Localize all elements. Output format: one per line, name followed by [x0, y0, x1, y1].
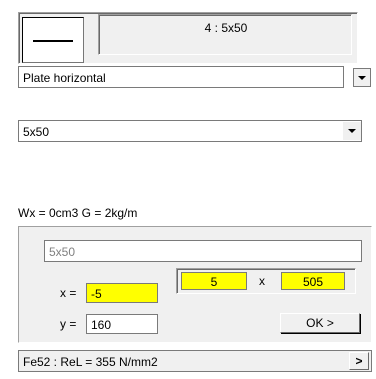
material-next-button[interactable]: >: [349, 352, 369, 370]
profile-preview: [22, 17, 84, 63]
shape-dropdown-button[interactable]: [353, 68, 371, 87]
thickness-value: 5: [210, 275, 218, 289]
chevron-down-icon: [358, 75, 366, 80]
section-properties: Wx = 0cm3 G = 2kg/m: [18, 206, 138, 220]
profile-name-value: 5x50: [49, 245, 76, 259]
plate-selector-window: { "profile": { "designation": "4 : 5x50"…: [0, 0, 376, 379]
size-dropdown-button[interactable]: [343, 122, 361, 140]
shape-select[interactable]: Plate horizontal: [18, 66, 344, 88]
y-offset-input[interactable]: 160: [86, 314, 158, 334]
material-select[interactable]: Fe52 : ReL = 355 N/mm2 >: [18, 350, 372, 372]
y-offset-value: 160: [91, 318, 112, 332]
plate-line-icon: [33, 40, 73, 42]
dimension-box: 5 x 505: [176, 268, 356, 294]
x-label: x =: [60, 286, 77, 300]
chevron-down-icon: [348, 129, 356, 133]
times-symbol: x: [259, 274, 265, 288]
chevron-right-icon: >: [355, 354, 363, 368]
size-select-value: 5x50: [23, 125, 50, 139]
y-label: y =: [60, 317, 77, 331]
size-select[interactable]: 5x50: [18, 120, 362, 142]
x-offset-input[interactable]: -5: [86, 283, 158, 303]
ok-button-label: OK >: [306, 316, 334, 330]
shape-select-value: Plate horizontal: [23, 71, 106, 85]
x-offset-value: -5: [91, 287, 102, 301]
width-value: 505: [302, 275, 324, 289]
profile-designation-box: 4 : 5x50: [98, 14, 352, 55]
width-input[interactable]: 505: [281, 272, 345, 290]
ok-button[interactable]: OK >: [280, 313, 360, 333]
profile-designation: 4 : 5x50: [204, 21, 248, 35]
thickness-input[interactable]: 5: [181, 272, 247, 290]
profile-name-input[interactable]: 5x50: [44, 240, 362, 262]
material-value: Fe52 : ReL = 355 N/mm2: [23, 355, 158, 369]
